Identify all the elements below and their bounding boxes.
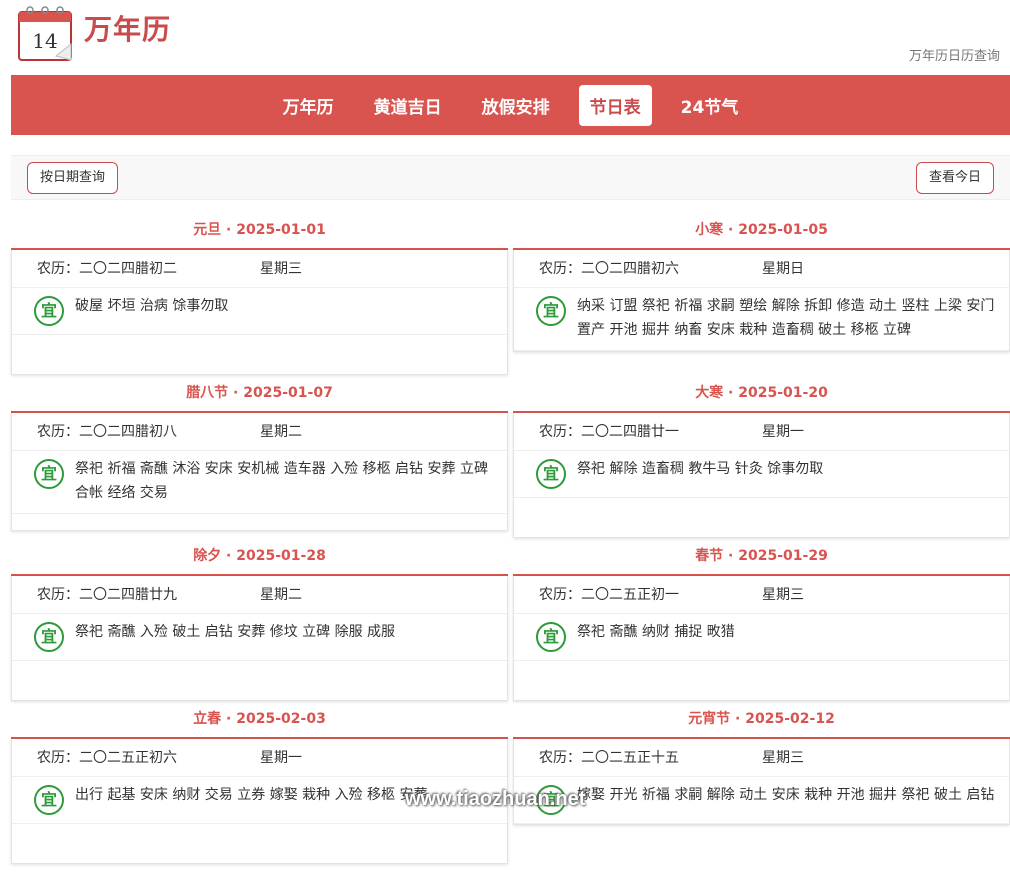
- festival-card: 小寒 · 2025-01-05 农历：二〇二四腊初六 星期日 宜 纳采 订盟 祭…: [513, 212, 1010, 375]
- yi-text: 祭祀 斋醮 纳财 捕捉 畋猎: [577, 624, 735, 640]
- empty-row: [12, 661, 507, 700]
- festival-card: 春节 · 2025-01-29 农历：二〇二五正初一 星期三 宜 祭祀 斋醮 纳…: [513, 538, 1010, 701]
- yi-icon: 宜: [536, 459, 566, 489]
- nav-item-calendar[interactable]: 万年历: [272, 85, 345, 126]
- lunar-date: 农历：二〇二四腊廿一: [539, 424, 679, 440]
- weekday: 星期二: [260, 424, 302, 440]
- view-today-button[interactable]: 查看今日: [915, 162, 994, 194]
- yi-row: 宜 祭祀 解除 造畜稠 教牛马 针灸 馀事勿取: [514, 451, 1009, 498]
- empty-row: [12, 824, 507, 863]
- festival-body: 农历：二〇二四腊初六 星期日 宜 纳采 订盟 祭祀 祈福 求嗣 塑绘 解除 拆卸…: [513, 250, 1010, 352]
- yi-row: 宜 祭祀 斋醮 纳财 捕捉 畋猎: [514, 614, 1009, 661]
- lunar-row: 农历：二〇二五正初六 星期一: [12, 739, 507, 777]
- festival-title[interactable]: 元宵节 · 2025-02-12: [513, 701, 1010, 739]
- query-by-date-button[interactable]: 按日期查询: [27, 162, 119, 194]
- lunar-date: 农历：二〇二四腊初八: [37, 424, 177, 440]
- lunar-row: 农历：二〇二五正十五 星期三: [514, 739, 1009, 777]
- yi-text: 破屋 坏垣 治病 馀事勿取: [75, 298, 229, 314]
- lunar-row: 农历：二〇二四腊初六 星期日: [514, 250, 1009, 288]
- festival-card: 除夕 · 2025-01-28 农历：二〇二四腊廿九 星期二 宜 祭祀 斋醮 入…: [11, 538, 508, 701]
- festival-title[interactable]: 大寒 · 2025-01-20: [513, 375, 1010, 413]
- nav-item-holidays[interactable]: 放假安排: [471, 85, 561, 126]
- lunar-date: 农历：二〇二五正初一: [539, 587, 679, 603]
- yi-row: 宜 祭祀 斋醮 入殓 破土 启钻 安葬 修坟 立碑 除服 成服: [12, 614, 507, 661]
- empty-row: [12, 335, 507, 374]
- yi-row: 宜 破屋 坏垣 治病 馀事勿取: [12, 288, 507, 335]
- festival-title[interactable]: 春节 · 2025-01-29: [513, 538, 1010, 576]
- site-title: 万年历: [84, 13, 172, 46]
- main-nav: 万年历 黄道吉日 放假安排 节日表 24节气: [11, 75, 1010, 135]
- festival-body: 农历：二〇二四腊廿九 星期二 宜 祭祀 斋醮 入殓 破土 启钻 安葬 修坟 立碑…: [11, 576, 508, 701]
- toolbar: 按日期查询 查看今日: [11, 155, 1010, 200]
- yi-row: 宜 祭祀 祈福 斋醮 沐浴 安床 安机械 造车器 入殓 移柩 启钻 安葬 立碑 …: [12, 451, 507, 514]
- yi-text: 嫁娶 开光 祈福 求嗣 解除 动土 安床 栽种 开池 掘井 祭祀 破土 启钻: [577, 787, 995, 803]
- lunar-row: 农历：二〇二五正初一 星期三: [514, 576, 1009, 614]
- festival-title[interactable]: 立春 · 2025-02-03: [11, 701, 508, 739]
- weekday: 星期三: [762, 587, 804, 603]
- festival-card: 立春 · 2025-02-03 农历：二〇二五正初六 星期一 宜 出行 起基 安…: [11, 701, 508, 864]
- nav-item-lucky-days[interactable]: 黄道吉日: [363, 85, 453, 126]
- yi-text: 祭祀 祈福 斋醮 沐浴 安床 安机械 造车器 入殓 移柩 启钻 安葬 立碑 合帐…: [75, 461, 488, 501]
- festival-body: 农历：二〇二四腊初八 星期二 宜 祭祀 祈福 斋醮 沐浴 安床 安机械 造车器 …: [11, 413, 508, 531]
- logo-date: 14: [32, 29, 57, 53]
- empty-row: [12, 514, 507, 530]
- lunar-date: 农历：二〇二五正初六: [37, 750, 177, 766]
- yi-icon: 宜: [34, 459, 64, 489]
- festival-body: 农历：二〇二四腊廿一 星期一 宜 祭祀 解除 造畜稠 教牛马 针灸 馀事勿取: [513, 413, 1010, 538]
- festival-title[interactable]: 除夕 · 2025-01-28: [11, 538, 508, 576]
- yi-row: 宜 嫁娶 开光 祈福 求嗣 解除 动土 安床 栽种 开池 掘井 祭祀 破土 启钻: [514, 777, 1009, 824]
- weekday: 星期日: [762, 261, 804, 277]
- yi-icon: 宜: [536, 296, 566, 326]
- weekday: 星期三: [260, 261, 302, 277]
- yi-text: 出行 起基 安床 纳财 交易 立券 嫁娶 栽种 入殓 移柩 安葬: [75, 787, 428, 803]
- weekday: 星期三: [762, 750, 804, 766]
- calendar-logo-icon[interactable]: 14: [16, 4, 74, 64]
- lunar-row: 农历：二〇二四腊廿一 星期一: [514, 413, 1009, 451]
- yi-text: 祭祀 解除 造畜稠 教牛马 针灸 馀事勿取: [577, 461, 824, 477]
- site-subtitle: 万年历日历查询: [908, 49, 1000, 64]
- yi-icon: 宜: [34, 622, 64, 652]
- yi-icon: 宜: [536, 622, 566, 652]
- yi-text: 祭祀 斋醮 入殓 破土 启钻 安葬 修坟 立碑 除服 成服: [75, 624, 396, 640]
- empty-row: [514, 661, 1009, 700]
- lunar-date: 农历：二〇二四腊初二: [37, 261, 177, 277]
- empty-row: [514, 498, 1009, 537]
- yi-icon: 宜: [34, 296, 64, 326]
- lunar-row: 农历：二〇二四腊初八 星期二: [12, 413, 507, 451]
- festival-card: 大寒 · 2025-01-20 农历：二〇二四腊廿一 星期一 宜 祭祀 解除 造…: [513, 375, 1010, 538]
- festival-card: 元旦 · 2025-01-01 农历：二〇二四腊初二 星期三 宜 破屋 坏垣 治…: [11, 212, 508, 375]
- festival-title[interactable]: 腊八节 · 2025-01-07: [11, 375, 508, 413]
- festival-card: 元宵节 · 2025-02-12 农历：二〇二五正十五 星期三 宜 嫁娶 开光 …: [513, 701, 1010, 864]
- nav-item-festivals[interactable]: 节日表: [578, 84, 652, 126]
- lunar-date: 农历：二〇二五正十五: [539, 750, 679, 766]
- weekday: 星期一: [762, 424, 804, 440]
- watermark: www.tiaozhuan.net: [405, 788, 586, 810]
- lunar-date: 农历：二〇二四腊初六: [539, 261, 679, 277]
- festival-body: 农历：二〇二五正十五 星期三 宜 嫁娶 开光 祈福 求嗣 解除 动土 安床 栽种…: [513, 739, 1010, 825]
- yi-text: 纳采 订盟 祭祀 祈福 求嗣 塑绘 解除 拆卸 修造 动土 竖柱 上梁 安门 置…: [577, 298, 995, 338]
- festival-body: 农历：二〇二五正初一 星期三 宜 祭祀 斋醮 纳财 捕捉 畋猎: [513, 576, 1010, 701]
- yi-row: 宜 纳采 订盟 祭祀 祈福 求嗣 塑绘 解除 拆卸 修造 动土 竖柱 上梁 安门…: [514, 288, 1009, 351]
- header: 14 万年历 万年历日历查询: [0, 0, 1010, 75]
- festival-list: 元旦 · 2025-01-01 农历：二〇二四腊初二 星期三 宜 破屋 坏垣 治…: [11, 212, 1010, 864]
- festival-card: 腊八节 · 2025-01-07 农历：二〇二四腊初八 星期二 宜 祭祀 祈福 …: [11, 375, 508, 538]
- festival-title[interactable]: 小寒 · 2025-01-05: [513, 212, 1010, 250]
- weekday: 星期一: [260, 750, 302, 766]
- yi-icon: 宜: [34, 785, 64, 815]
- lunar-date: 农历：二〇二四腊廿九: [37, 587, 177, 603]
- festival-title[interactable]: 元旦 · 2025-01-01: [11, 212, 508, 250]
- nav-item-solar-terms[interactable]: 24节气: [670, 85, 750, 126]
- festival-body: 农历：二〇二四腊初二 星期三 宜 破屋 坏垣 治病 馀事勿取: [11, 250, 508, 375]
- lunar-row: 农历：二〇二四腊初二 星期三: [12, 250, 507, 288]
- lunar-row: 农历：二〇二四腊廿九 星期二: [12, 576, 507, 614]
- weekday: 星期二: [260, 587, 302, 603]
